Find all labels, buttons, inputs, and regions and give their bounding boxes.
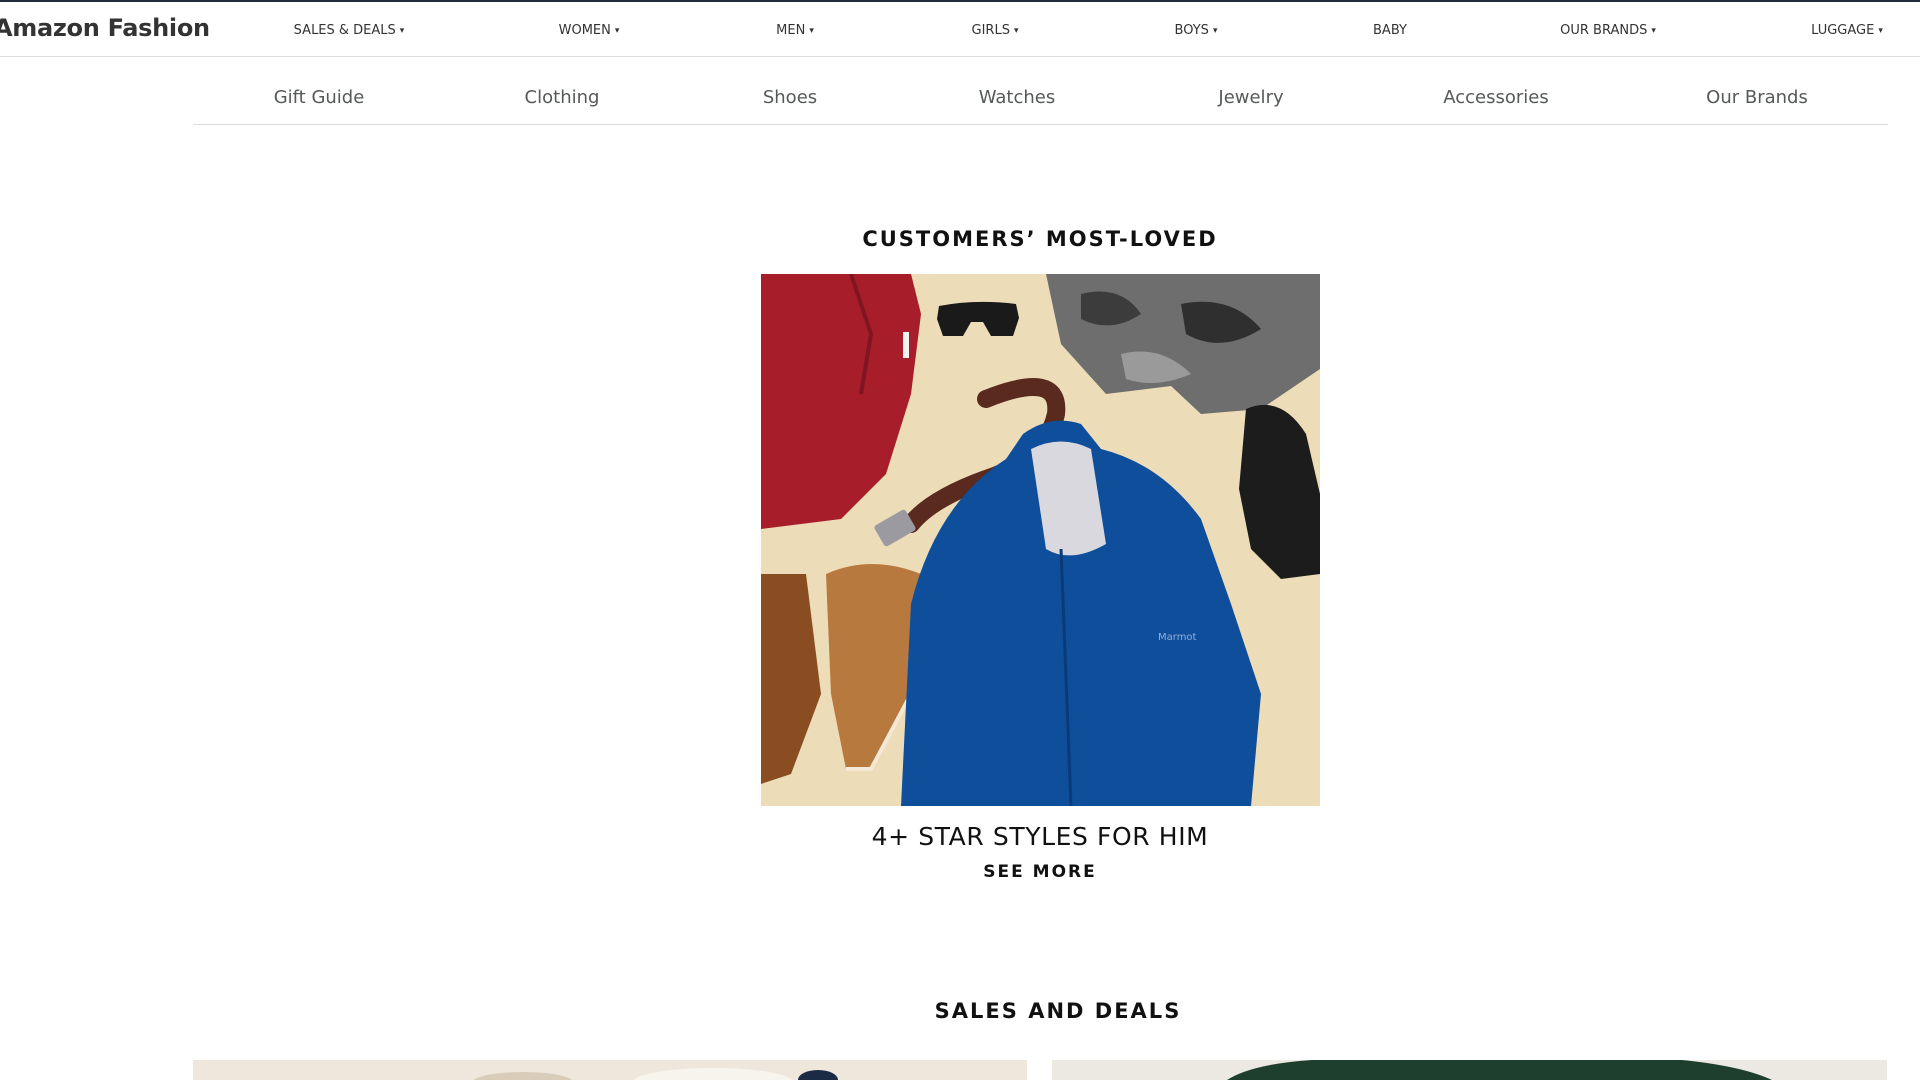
see-more-link[interactable]: SEE MORE — [983, 862, 1096, 882]
nav-luggage[interactable]: LUGGAGE ▾ — [1811, 23, 1883, 38]
caret-down-icon: ▾ — [1878, 26, 1883, 36]
nav-label: BABY — [1373, 23, 1407, 38]
most-loved-heading: CUSTOMERS’ MOST-LOVED — [862, 227, 1218, 251]
nav-men[interactable]: MEN ▾ — [776, 23, 814, 38]
top-navigation: Amazon Fashion SALES & DEALS ▾ WOMEN ▾ MEN… — [0, 2, 1920, 57]
nav-girls[interactable]: GIRLS ▾ — [972, 23, 1019, 38]
caret-down-icon: ▾ — [1651, 26, 1656, 36]
category-subnav: Gift Guide Clothing Shoes Watches Jewelr… — [193, 58, 1888, 125]
subnav-shoes[interactable]: Shoes — [763, 87, 817, 108]
nav-label: WOMEN — [558, 23, 611, 38]
deal-tile-green[interactable] — [1052, 1060, 1887, 1080]
caret-down-icon: ▾ — [399, 26, 405, 36]
subnav-clothing[interactable]: Clothing — [525, 87, 600, 108]
caret-down-icon: ▾ — [809, 26, 814, 36]
nav-sales-deals[interactable]: SALES & DEALS ▾ — [294, 23, 405, 38]
subnav-watches[interactable]: Watches — [979, 87, 1056, 108]
amazon-fashion-logo[interactable]: Amazon Fashion — [0, 14, 210, 42]
nav-our-brands[interactable]: OUR BRANDS ▾ — [1560, 23, 1656, 38]
nav-boys[interactable]: BOYS ▾ — [1175, 23, 1218, 38]
mens-flatlay-illustration: Marmot — [761, 274, 1320, 806]
featured-product-image[interactable]: Marmot — [761, 274, 1320, 806]
caret-down-icon: ▾ — [1013, 26, 1019, 36]
nav-label: GIRLS — [971, 23, 1010, 38]
subnav-accessories[interactable]: Accessories — [1443, 87, 1549, 108]
subnav-gift-guide[interactable]: Gift Guide — [274, 87, 365, 108]
nav-label: BOYS — [1174, 23, 1209, 38]
nav-label: LUGGAGE — [1811, 23, 1875, 38]
caret-down-icon: ▾ — [614, 26, 620, 36]
deal-image — [193, 1060, 1027, 1080]
sales-deals-heading: SALES AND DEALS — [934, 999, 1182, 1023]
nav-women[interactable]: WOMEN ▾ — [559, 23, 620, 38]
subnav-jewelry[interactable]: Jewelry — [1218, 87, 1283, 108]
jacket-brand-mark: Marmot — [1158, 632, 1197, 643]
nav-label: OUR BRANDS — [1560, 23, 1648, 38]
nav-label: MEN — [776, 23, 806, 38]
featured-caption[interactable]: 4+ STAR STYLES FOR HIM — [872, 822, 1209, 851]
subnav-our-brands[interactable]: Our Brands — [1706, 87, 1808, 108]
nav-baby[interactable]: BABY — [1373, 23, 1407, 38]
deal-image — [1052, 1060, 1887, 1080]
nav-label: SALES & DEALS — [293, 23, 396, 38]
deal-tile-sherpa[interactable] — [193, 1060, 1027, 1080]
caret-down-icon: ▾ — [1212, 26, 1218, 36]
